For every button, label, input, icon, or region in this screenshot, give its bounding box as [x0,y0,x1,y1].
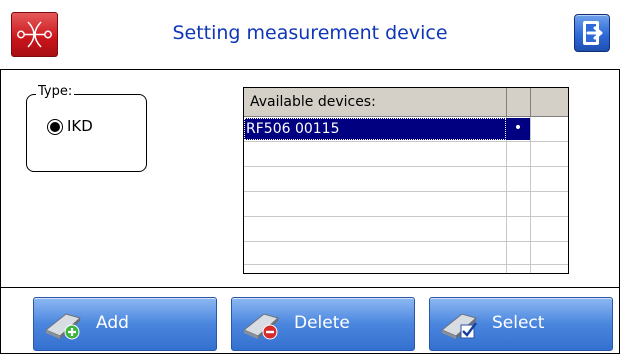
select-button-label: Select [492,313,545,333]
exit-button[interactable] [574,14,610,52]
table-row[interactable]: RF506 00115 [244,118,506,140]
exit-icon [583,21,603,45]
row-divider [244,166,568,167]
column-header-mark[interactable] [507,88,531,116]
delete-button[interactable]: Delete [231,297,415,351]
header-bar: Setting measurement device [0,0,620,69]
header-divider [0,69,620,70]
page-title: Setting measurement device [172,22,448,44]
radio-ikd-label[interactable]: IKD [67,117,93,135]
add-button[interactable]: Add [33,297,217,351]
bottom-divider [0,287,620,288]
row-divider [244,264,568,265]
row-divider [244,216,568,217]
row-divider [244,191,568,192]
add-button-label: Add [96,313,129,333]
add-device-icon [45,313,82,340]
delete-device-icon [243,313,280,340]
type-legend: Type: [36,84,75,99]
column-header-extra[interactable] [531,88,568,116]
row-divider [244,141,568,142]
column-header-devices[interactable]: Available devices: [244,88,507,116]
row-divider [244,241,568,242]
radio-ikd[interactable] [47,119,63,135]
select-device-icon [441,313,478,339]
row-selected-mark: • [506,118,530,140]
table-header: Available devices: [244,88,568,117]
delete-button-label: Delete [294,313,350,333]
devices-table[interactable]: Available devices: RF506 00115 • [243,87,569,274]
select-button[interactable]: Select [429,297,613,351]
logo-icon [11,12,58,57]
